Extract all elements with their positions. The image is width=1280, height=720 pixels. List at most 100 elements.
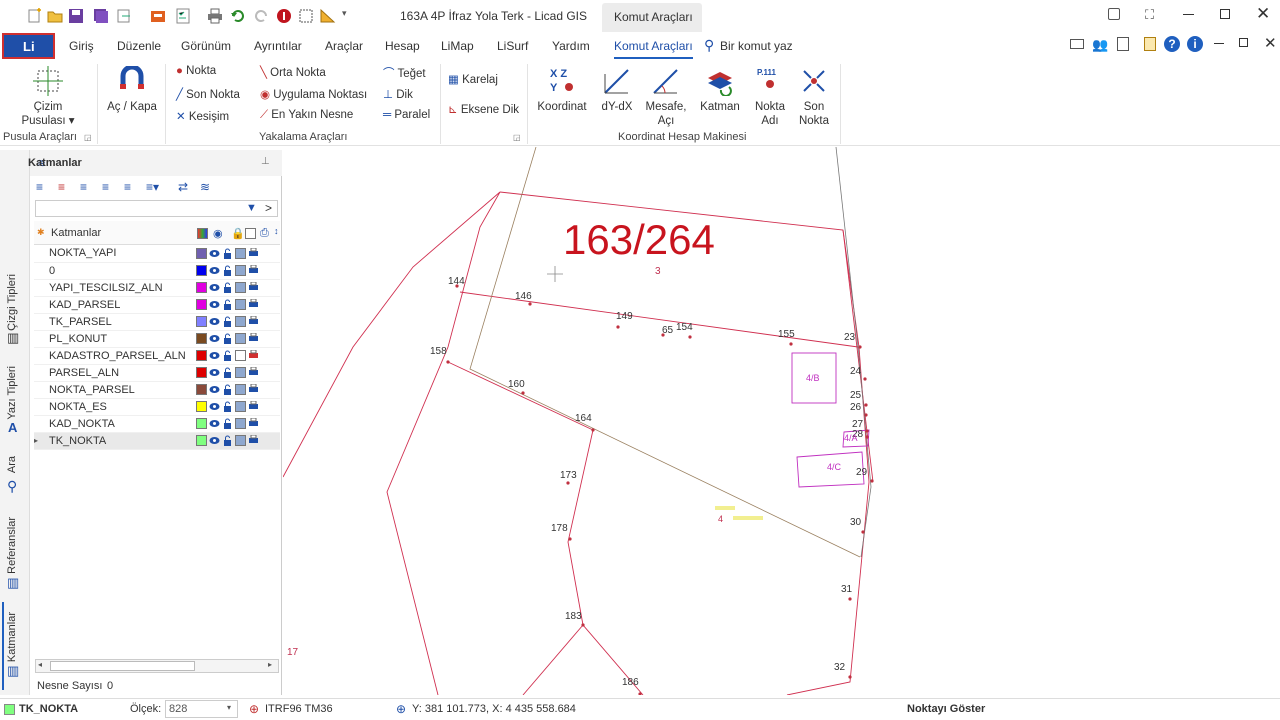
layer-filter-input[interactable]: ▼ > [35,200,278,217]
printer-icon[interactable] [248,349,259,361]
survey-point[interactable] [568,537,572,541]
cizim-pusulasi-button[interactable]: Çizim Pusulası ▾ [18,66,78,128]
snap-uygulama-noktasi[interactable]: ◉ Uygulama Noktası [260,87,367,101]
printer-icon[interactable] [248,281,259,293]
menu-lisurf[interactable]: LiSurf [497,39,528,53]
menu-yardim[interactable]: Yardım [552,39,590,53]
menu-hesap[interactable]: Hesap [385,39,420,53]
freeze-icon[interactable] [235,350,246,362]
undo-icon[interactable] [230,8,246,24]
eye-icon[interactable] [209,248,220,259]
layer-row[interactable]: PL_KONUT [34,330,280,348]
close-icon[interactable]: ✕ [1256,4,1270,24]
menu-araclar[interactable]: Araçlar [325,39,363,53]
eye-icon[interactable] [209,265,220,276]
printer-icon[interactable] [248,315,259,327]
pin-icon[interactable]: ⊥ [261,156,270,167]
printer-icon[interactable] [248,366,259,378]
layer-name[interactable]: NOKTA_ES [46,398,196,416]
layer-color-swatch[interactable] [196,435,207,447]
nokta-adi-button[interactable]: P.111 Nokta Adı [747,66,793,128]
koordinat-button[interactable]: X ZY Koordinat [534,66,590,114]
layer-color-swatch[interactable] [196,333,207,345]
lock-icon[interactable] [222,401,233,413]
survey-point[interactable] [864,413,868,417]
crs-label[interactable]: ITRF96 TM36 [265,703,333,715]
layer-color-swatch[interactable] [196,350,207,362]
freeze-icon[interactable] [235,316,246,328]
layer-name[interactable]: TK_PARSEL [46,313,196,331]
snap-eksene-dik[interactable]: ⊾ Eksene Dik [448,102,519,116]
archive-icon[interactable] [150,8,166,24]
freeze-icon[interactable] [235,418,246,430]
layer-color-swatch[interactable] [196,299,207,311]
freeze-icon[interactable] [235,282,246,294]
snap-paralel[interactable]: ═ Paralel [383,109,430,121]
survey-point[interactable] [591,428,595,432]
printer-icon[interactable] [248,264,259,276]
eye-icon[interactable] [209,316,220,327]
menu-duzenle[interactable]: Düzenle [117,39,161,53]
layer-name[interactable]: YAPI_TESCILSIZ_ALN [46,279,196,297]
layer-color-swatch[interactable] [196,401,207,413]
restore-icon[interactable] [1220,9,1230,19]
export-icon[interactable] [116,8,132,24]
lock-icon[interactable] [222,316,233,328]
tab-katmanlar[interactable]: Katmanlar [6,612,18,662]
survey-point[interactable] [688,335,692,339]
menu-limap[interactable]: LiMap [441,39,474,53]
snap-dik[interactable]: ⊥ Dik [383,87,413,101]
sync-layers-icon[interactable]: ≋ [200,180,210,194]
menu-gorunum[interactable]: Görünüm [181,39,231,53]
freeze-icon[interactable] [235,384,246,396]
layer-row[interactable]: 0 [34,262,280,280]
snap-nokta[interactable]: ● Nokta [176,65,216,77]
survey-point[interactable] [528,302,532,306]
open-folder-icon[interactable] [47,8,63,24]
snap-orta-nokta[interactable]: ╲ Orta Nokta [260,65,326,79]
tab-cizgi-tipleri[interactable]: Çizgi Tipleri [6,274,18,331]
pusula-dialog-launcher-icon[interactable]: ◲ [84,133,92,142]
survey-point[interactable] [865,429,869,433]
layer-name[interactable]: NOKTA_PARSEL [46,381,196,399]
scroll-right-icon[interactable]: ▸ [268,660,272,669]
printer-icon[interactable] [248,434,259,446]
lock-icon[interactable] [222,367,233,379]
edit-layer-icon[interactable]: ≡ [80,180,87,194]
refresh-layers-icon[interactable]: ⇄ [178,180,188,194]
survey-point[interactable] [848,597,852,601]
snap-en-yakin-nesne[interactable]: ⟋ En Yakın Nesne [260,109,353,122]
layer-name[interactable]: NOKTA_YAPI [46,245,196,263]
parcel-drawing[interactable]: 14414614965 154155 23158160164173178183186… [283,147,1280,695]
app-menu-button[interactable]: Li [2,33,55,59]
layer-name[interactable]: PL_KONUT [46,330,196,348]
eye-icon[interactable] [209,401,220,412]
map-canvas[interactable]: 144 146 149 65 154 155 23 158 160 164 173 178 183 186… [283,147,1280,695]
son-nokta-button[interactable]: Son Nokta [793,66,835,128]
notes-icon[interactable] [1144,37,1156,51]
scale-select[interactable]: 828 ▾ [165,700,238,718]
snap-teget[interactable]: ⌒ Teğet [383,65,426,81]
snap-karelaj[interactable]: ▦ Karelaj [448,72,498,86]
survey-point[interactable] [521,391,525,395]
scrollbar-thumb[interactable] [50,661,195,671]
ac-kapa-button[interactable]: Aç / Kapa [104,64,160,114]
printer-icon[interactable] [248,247,259,259]
lock-icon[interactable] [222,350,233,362]
new-file-icon[interactable] [26,8,42,24]
users-icon[interactable]: 👥 [1092,37,1108,53]
lock-icon[interactable] [222,299,233,311]
info-red-icon[interactable] [276,8,292,24]
printer-icon[interactable] [248,298,259,310]
freeze-icon[interactable] [235,401,246,413]
document-icon[interactable] [1117,37,1129,51]
eye-icon[interactable] [209,350,220,361]
layer-row[interactable]: KADASTRO_PARSEL_ALN [34,347,280,365]
printer-icon[interactable] [248,400,259,412]
layer-name[interactable]: PARSEL_ALN [46,364,196,382]
lock-icon[interactable] [222,248,233,259]
survey-point[interactable] [865,435,869,439]
doc-minimize-icon[interactable] [1214,43,1224,44]
survey-point[interactable] [446,360,450,364]
snap-son-nokta[interactable]: ╱ Son Nokta [176,87,240,101]
